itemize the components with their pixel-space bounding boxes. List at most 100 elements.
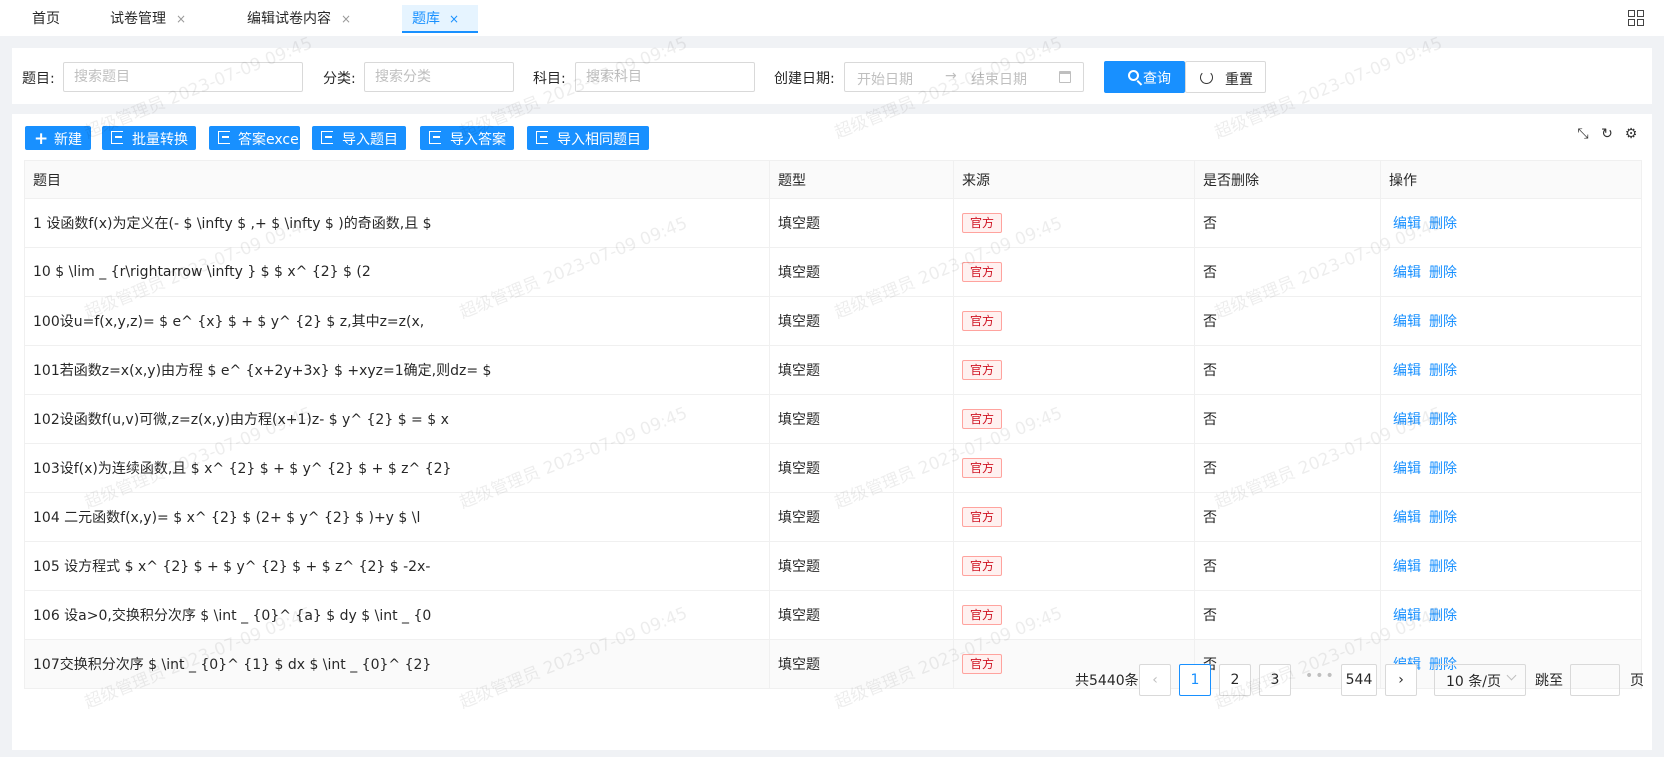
- type-cell: 填空题: [769, 198, 954, 248]
- close-icon[interactable]: ×: [341, 5, 351, 33]
- subject-input[interactable]: [576, 63, 754, 91]
- delete-link[interactable]: 删除: [1429, 314, 1457, 330]
- tab-question-bank[interactable]: 题库 ×: [402, 5, 478, 33]
- fullscreen-icon[interactable]: ⤡: [1575, 126, 1591, 142]
- next-page-button[interactable]: ›: [1385, 664, 1417, 696]
- pagination-ellipsis[interactable]: •••: [1305, 668, 1336, 684]
- delete-link[interactable]: 删除: [1429, 412, 1457, 428]
- category-input[interactable]: [365, 63, 513, 91]
- deleted-cell: 否: [1194, 198, 1381, 248]
- source-cell: 官方: [953, 198, 1195, 248]
- source-cell: 官方: [953, 541, 1195, 591]
- question-cell: 105 设方程式 $ x^ {2} $ + $ y^ {2} $ + $ z^ …: [24, 541, 770, 591]
- import-same-button[interactable]: 导入相同题目: [527, 126, 649, 150]
- deleted-cell: 否: [1194, 296, 1381, 346]
- reset-button[interactable]: 重置: [1185, 61, 1266, 93]
- topic-input[interactable]: [64, 63, 302, 91]
- close-icon[interactable]: ×: [449, 5, 459, 33]
- pagination-total: 共5440条: [1075, 673, 1139, 689]
- type-cell: 填空题: [769, 296, 954, 346]
- type-cell: 填空题: [769, 394, 954, 444]
- batch-convert-button[interactable]: 批量转换: [102, 126, 196, 150]
- answer-excel-label: 答案excel: [238, 132, 303, 148]
- page-2-button[interactable]: 2: [1219, 664, 1251, 696]
- delete-link[interactable]: 删除: [1429, 510, 1457, 526]
- batch-convert-label: 批量转换: [132, 132, 188, 148]
- edit-link[interactable]: 编辑: [1393, 608, 1421, 624]
- table-row: 10 $ \lim _ {r\rightarrow \infty } $ $ x…: [24, 247, 1642, 297]
- source-tag: 官方: [962, 213, 1003, 233]
- question-cell: 107交换积分次序 $ \int _ {0}^ {1} $ dx $ \int …: [24, 639, 770, 689]
- end-date-field[interactable]: 结束日期: [971, 69, 1027, 89]
- edit-link[interactable]: 编辑: [1393, 314, 1421, 330]
- start-date-field[interactable]: 开始日期: [857, 69, 913, 89]
- import-same-label: 导入相同题目: [557, 132, 641, 148]
- grid-menu-icon[interactable]: [1628, 10, 1644, 26]
- date-range-picker[interactable]: 开始日期 → 结束日期: [844, 62, 1084, 92]
- type-cell: 填空题: [769, 443, 954, 493]
- tab-edit-exam[interactable]: 编辑试卷内容 ×: [247, 5, 357, 33]
- topic-label: 题目:: [22, 71, 55, 87]
- category-search-input[interactable]: [364, 62, 514, 92]
- calendar-icon: [1059, 71, 1071, 83]
- import-icon: [111, 131, 123, 144]
- tab-exam-management[interactable]: 试卷管理 ×: [110, 5, 190, 33]
- delete-link[interactable]: 删除: [1429, 363, 1457, 379]
- range-arrow-icon: →: [945, 68, 957, 84]
- edit-link[interactable]: 编辑: [1393, 363, 1421, 379]
- import-icon: [321, 131, 333, 144]
- question-cell: 100设u=f(x,y,z)= $ e^ {x} $ + $ y^ {2} $ …: [24, 296, 770, 346]
- question-cell: 104 二元函数f(x,y)= $ x^ {2} $ (2+ $ y^ {2} …: [24, 492, 770, 542]
- topic-search-input[interactable]: [63, 62, 303, 92]
- reload-icon: [1200, 71, 1213, 84]
- chevron-down-icon: [1506, 670, 1517, 681]
- question-cell: 101若函数z=x(x,y)由方程 $ e^ {x+2y+3x} $ +xyz=…: [24, 345, 770, 395]
- import-questions-button[interactable]: 导入题目: [312, 126, 406, 150]
- question-bank-card: + 新建 批量转换 答案excel 导入题目 导入答案 导入相同题目 ⤡ ↻ ⚙ …: [12, 114, 1652, 750]
- edit-link[interactable]: 编辑: [1393, 461, 1421, 477]
- edit-link[interactable]: 编辑: [1393, 265, 1421, 281]
- subject-label: 科目:: [533, 71, 566, 87]
- search-icon: [1128, 70, 1139, 81]
- column-header-deleted: 是否删除: [1194, 160, 1381, 199]
- table-row: 105 设方程式 $ x^ {2} $ + $ y^ {2} $ + $ z^ …: [24, 541, 1642, 591]
- page-1-button[interactable]: 1: [1179, 664, 1211, 696]
- table-row: 106 设a>0,交换积分次序 $ \int _ {0}^ {a} $ dy $…: [24, 590, 1642, 640]
- question-cell: 106 设a>0,交换积分次序 $ \int _ {0}^ {a} $ dy $…: [24, 590, 770, 640]
- page-3-button[interactable]: 3: [1259, 664, 1291, 696]
- delete-link[interactable]: 删除: [1429, 461, 1457, 477]
- edit-link[interactable]: 编辑: [1393, 412, 1421, 428]
- new-button[interactable]: + 新建: [25, 126, 91, 150]
- query-button-label: 查询: [1143, 71, 1171, 87]
- edit-link[interactable]: 编辑: [1393, 510, 1421, 526]
- tab-home[interactable]: 首页: [32, 5, 72, 33]
- import-icon: [429, 131, 441, 144]
- import-answers-label: 导入答案: [450, 132, 506, 148]
- delete-link[interactable]: 删除: [1429, 608, 1457, 624]
- jump-page-input[interactable]: [1570, 664, 1620, 696]
- page-last-button[interactable]: 544: [1341, 664, 1377, 696]
- answer-excel-button[interactable]: 答案excel: [209, 126, 303, 150]
- edit-link[interactable]: 编辑: [1393, 216, 1421, 232]
- search-form: 题目: 分类: 科目: 创建日期: 开始日期 → 结束日期 查询 重置: [12, 48, 1652, 104]
- column-header-question: 题目: [24, 160, 770, 199]
- import-answers-button[interactable]: 导入答案: [420, 126, 514, 150]
- delete-link[interactable]: 删除: [1429, 559, 1457, 575]
- actions-cell: 编辑删除: [1380, 198, 1642, 248]
- plus-icon: +: [34, 129, 49, 149]
- page-suffix-label: 页: [1630, 673, 1644, 689]
- subject-search-input[interactable]: [575, 62, 755, 92]
- deleted-cell: 否: [1194, 541, 1381, 591]
- prev-page-button[interactable]: ‹: [1139, 664, 1171, 696]
- edit-link[interactable]: 编辑: [1393, 559, 1421, 575]
- delete-link[interactable]: 删除: [1429, 216, 1457, 232]
- table-row: 104 二元函数f(x,y)= $ x^ {2} $ (2+ $ y^ {2} …: [24, 492, 1642, 542]
- source-tag: 官方: [962, 654, 1003, 674]
- page-size-select[interactable]: 10 条/页: [1434, 664, 1526, 696]
- refresh-icon[interactable]: ↻: [1599, 126, 1615, 142]
- close-icon[interactable]: ×: [176, 5, 186, 33]
- delete-link[interactable]: 删除: [1429, 265, 1457, 281]
- query-button[interactable]: 查询: [1104, 61, 1185, 93]
- tab-label: 题库: [412, 11, 440, 27]
- settings-gear-icon[interactable]: ⚙: [1623, 126, 1639, 142]
